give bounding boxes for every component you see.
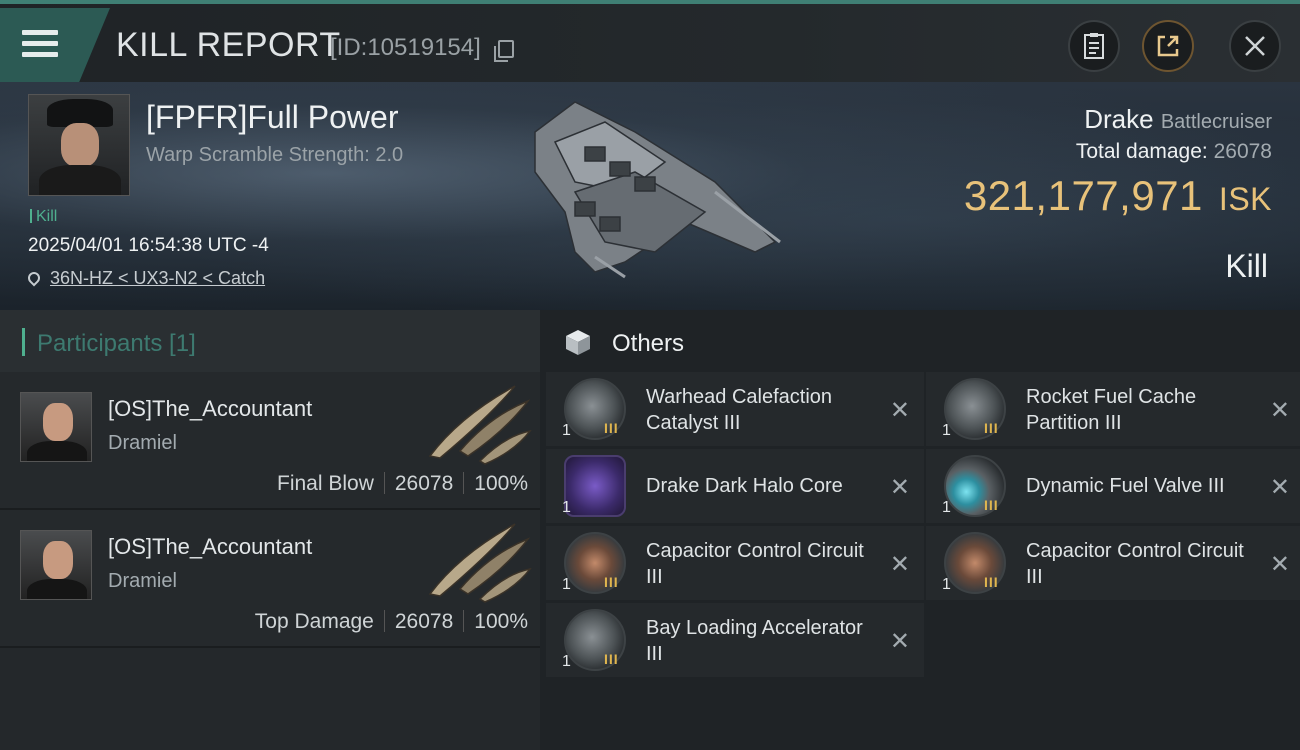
close-button[interactable] [1229,20,1281,72]
remove-x-icon[interactable]: ✕ [890,550,910,579]
kill-tag: Kill [30,208,57,226]
title-bar: KILL REPORT [ID:10519154] [0,0,1300,82]
isk-value: 321,177,971 ISK [964,172,1272,220]
participant-percent: 100% [474,472,528,495]
participant-stats: Top Damage 26078 100% [255,610,528,634]
others-title: Others [612,330,685,357]
map-pin-icon [25,269,43,287]
item-row[interactable]: 1 III Bay Loading Accelerator III ✕ [546,603,924,677]
item-row[interactable]: 1 III Dynamic Fuel Valve III ✕ [926,449,1300,523]
item-name: Capacitor Control Circuit III [1026,540,1244,588]
item-row[interactable]: 1 III Rocket Fuel Cache Partition III ✕ [926,372,1300,446]
core-icon [564,455,626,517]
item-name: Bay Loading Accelerator III [646,617,863,665]
ship-render [534,101,781,279]
item-tier: III [984,497,999,513]
item-row[interactable]: 1 Drake Dark Halo Core ✕ [546,449,924,523]
item-quantity: 1 [942,499,951,516]
item-name: Capacitor Control Circuit III [646,540,864,588]
kill-datetime: 2025/04/01 16:54:38 UTC -4 [28,235,269,256]
victim-banner: [FPFR]Full Power Warp Scramble Strength:… [0,82,1300,310]
item-name: Drake Dark Halo Core [646,475,843,497]
ship-name: Drake [1084,104,1154,134]
remove-x-icon[interactable]: ✕ [890,473,910,502]
participants-header[interactable]: Participants [1] [0,310,540,372]
victim-name[interactable]: [FPFR]Full Power [146,99,398,136]
isk-amount: 321,177,971 [963,172,1203,219]
others-header: Others [540,310,1300,372]
close-icon [1245,36,1265,56]
victim-avatar[interactable] [28,94,130,196]
remove-x-icon[interactable]: ✕ [1270,396,1290,425]
item-quantity: 1 [942,422,951,439]
item-tier: III [604,420,619,436]
item-name: Warhead Calefaction Catalyst III [646,386,833,434]
share-icon [1157,35,1179,57]
item-quantity: 1 [942,576,951,593]
participant-avatar[interactable] [20,530,92,600]
total-damage-label: Total damage: [1075,140,1208,163]
participant-avatar[interactable] [20,392,92,462]
share-button[interactable] [1142,20,1194,72]
item-tier: III [604,574,619,590]
participant-ship: Dramiel [108,432,177,454]
menu-button[interactable] [0,8,110,82]
participant-stats: Final Blow 26078 100% [277,472,528,496]
participant-name[interactable]: [OS]The_Accountant [108,396,312,422]
victim-ship[interactable]: Drake Battlecruiser [1084,104,1272,135]
participants-panel: Participants [1] [OS]The_Accountant Dram… [0,310,540,750]
item-quantity: 1 [562,422,571,439]
participant-percent: 100% [474,610,528,633]
item-tier: III [604,651,619,667]
participant-name[interactable]: [OS]The_Accountant [108,534,312,560]
remove-x-icon[interactable]: ✕ [1270,473,1290,502]
kill-result: Kill [1225,248,1268,284]
item-row[interactable]: 1 III Capacitor Control Circuit III ✕ [546,526,924,600]
dramiel-ship-icon [428,523,532,603]
warp-scramble-strength: Warp Scramble Strength: 2.0 [146,144,404,166]
total-damage-value: 26078 [1213,140,1272,163]
item-name: Rocket Fuel Cache Partition III [1026,386,1197,434]
participant-ship: Dramiel [108,570,177,592]
item-quantity: 1 [562,653,571,670]
hamburger-menu-icon [22,30,58,58]
cube-icon [566,330,590,355]
kill-location[interactable]: 36N-HZ < UX3-N2 < Catch [25,268,265,289]
item-quantity: 1 [562,576,571,593]
copy-icon[interactable] [494,40,514,62]
ship-class: Battlecruiser [1160,111,1272,133]
page-title: KILL REPORT [116,26,341,64]
participant-damage: 26078 [394,472,454,495]
remove-x-icon[interactable]: ✕ [890,627,910,656]
item-quantity: 1 [562,499,571,516]
isk-unit: ISK [1218,181,1272,217]
total-damage: Total damage: 26078 [1076,140,1272,164]
report-id: [ID:10519154] [330,34,481,61]
clipboard-button[interactable] [1068,20,1120,72]
item-tier: III [984,420,999,436]
participant-role: Top Damage [254,610,374,633]
others-panel: Others 1 III Warhead Calefaction Catalys… [540,310,1300,750]
location-link[interactable]: 36N-HZ < UX3-N2 < Catch [50,268,265,288]
participant-row[interactable]: [OS]The_Accountant Dramiel Top Damage 260… [0,510,540,648]
remove-x-icon[interactable]: ✕ [890,396,910,425]
clipboard-icon [1084,33,1104,59]
item-name: Dynamic Fuel Valve III [1026,475,1225,497]
dramiel-ship-icon [428,385,532,465]
item-row[interactable]: 1 III Capacitor Control Circuit III ✕ [926,526,1300,600]
participant-role: Final Blow [277,472,374,495]
participant-damage: 26078 [394,610,454,633]
participant-row[interactable]: [OS]The_Accountant Dramiel Final Blow 260… [0,372,540,510]
remove-x-icon[interactable]: ✕ [1270,550,1290,579]
item-row[interactable]: 1 III Warhead Calefaction Catalyst III ✕ [546,372,924,446]
item-tier: III [984,574,999,590]
